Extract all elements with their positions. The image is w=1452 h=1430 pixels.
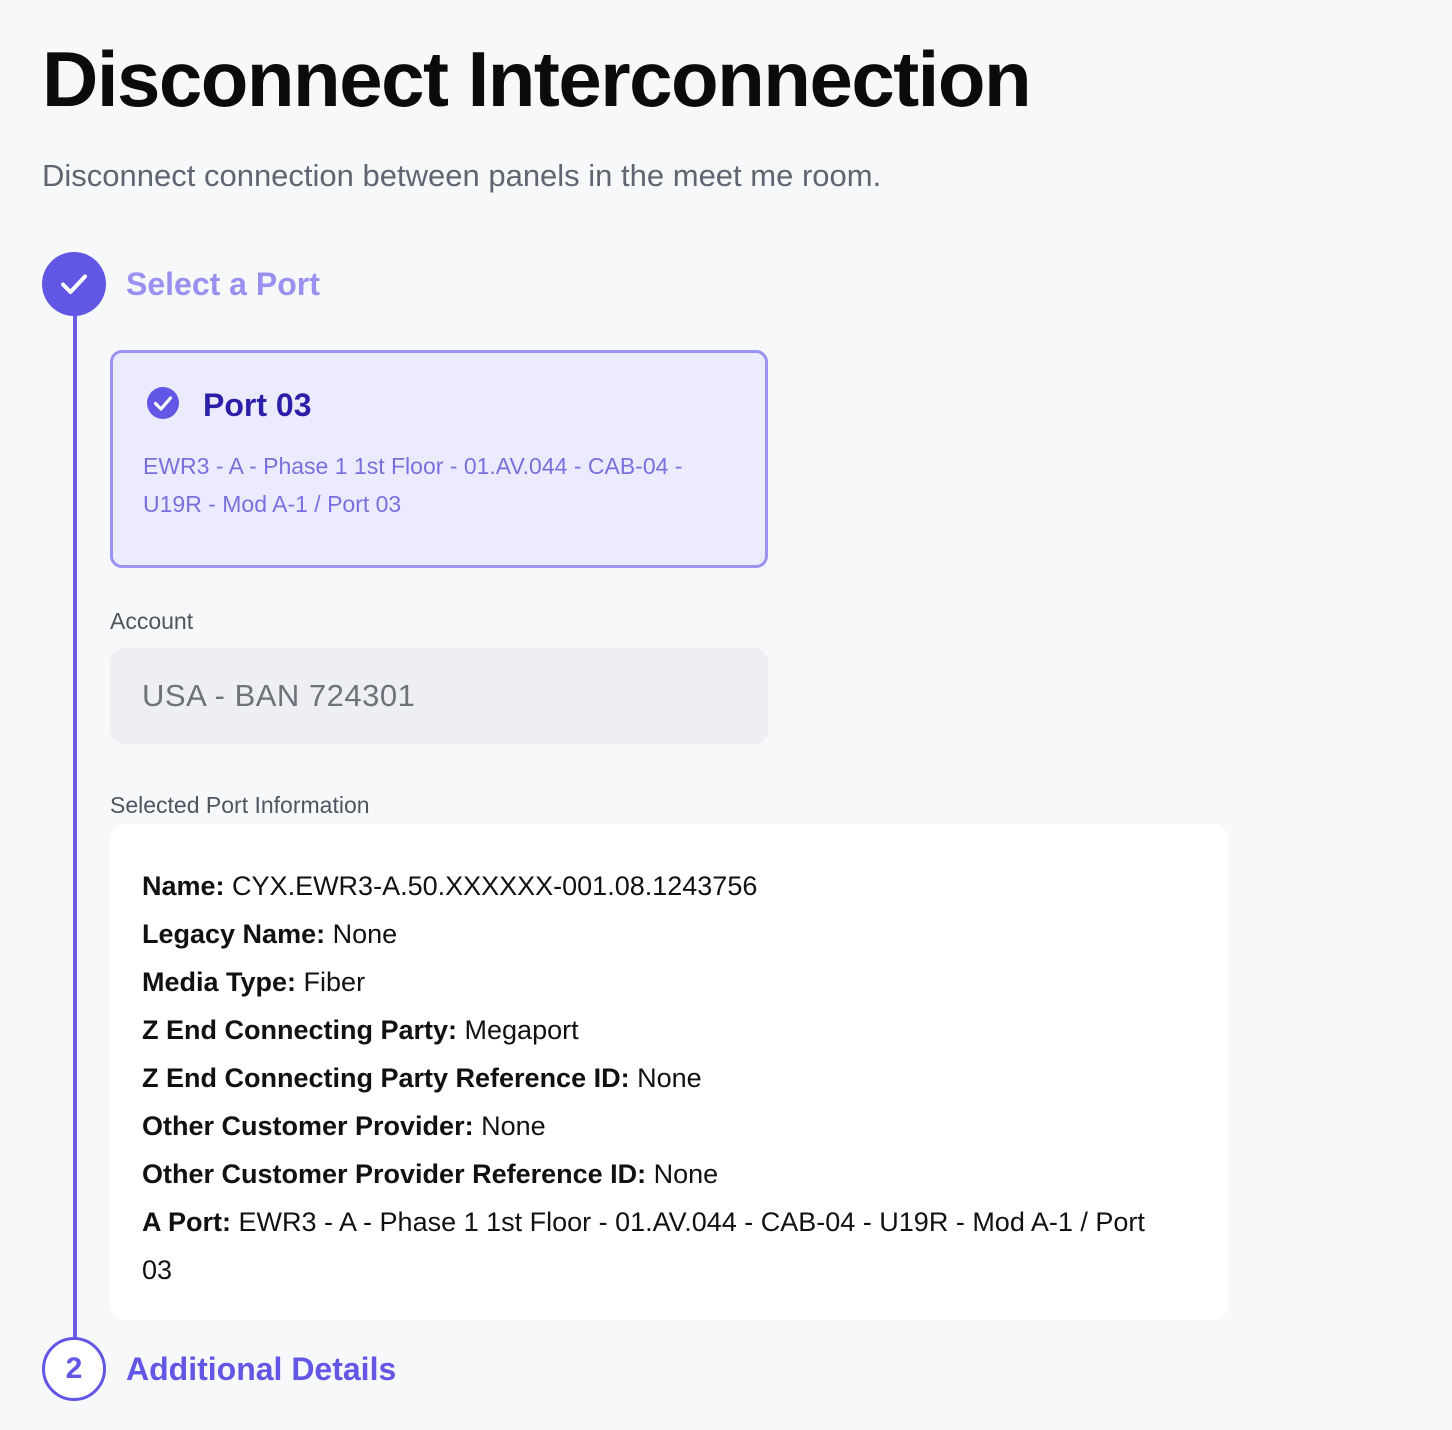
account-label: Account xyxy=(110,608,194,634)
info-value: None xyxy=(481,1111,546,1141)
page: Disconnect Interconnection Disconnect co… xyxy=(0,0,1452,1430)
info-key: Z End Connecting Party: xyxy=(142,1015,458,1045)
step-1-indicator[interactable] xyxy=(42,252,106,316)
info-row-legacy-name: Legacy Name: None xyxy=(142,910,1196,958)
info-key: Other Customer Provider: xyxy=(142,1111,474,1141)
info-value: None xyxy=(637,1063,702,1093)
info-row-a-port: A Port: EWR3 - A - Phase 1 1st Floor - 0… xyxy=(142,1198,1182,1294)
info-value: EWR3 - A - Phase 1 1st Floor - 01.AV.044… xyxy=(142,1207,1145,1285)
check-circle-icon xyxy=(147,387,179,419)
port-description: EWR3 - A - Phase 1 1st Floor - 01.AV.044… xyxy=(143,453,683,517)
info-row-z-end-reference-id: Z End Connecting Party Reference ID: Non… xyxy=(142,1054,1196,1102)
port-info-card: Name: CYX.EWR3-A.50.XXXXXX-001.08.124375… xyxy=(110,824,1228,1320)
info-key: Media Type: xyxy=(142,967,297,997)
info-row-other-provider-reference-id: Other Customer Provider Reference ID: No… xyxy=(142,1150,1196,1198)
info-row-media-type: Media Type: Fiber xyxy=(142,958,1196,1006)
step-2-indicator[interactable]: 2 xyxy=(42,1337,106,1401)
info-row-other-provider: Other Customer Provider: None xyxy=(142,1102,1196,1150)
info-value: Megaport xyxy=(464,1015,579,1045)
account-field[interactable] xyxy=(110,648,768,744)
selected-port-card[interactable]: Port 03 EWR3 - A - Phase 1 1st Floor - 0… xyxy=(110,350,768,568)
info-key: Other Customer Provider Reference ID: xyxy=(142,1159,647,1189)
stepper-connector-line xyxy=(73,312,77,1340)
info-key: A Port: xyxy=(142,1207,231,1237)
port-name: Port 03 xyxy=(203,387,312,423)
info-key: Legacy Name: xyxy=(142,919,326,949)
checkmark-icon xyxy=(61,274,87,294)
info-key: Z End Connecting Party Reference ID: xyxy=(142,1063,630,1093)
info-row-name: Name: CYX.EWR3-A.50.XXXXXX-001.08.124375… xyxy=(142,862,1196,910)
info-row-z-end-party: Z End Connecting Party: Megaport xyxy=(142,1006,1196,1054)
info-value: CYX.EWR3-A.50.XXXXXX-001.08.1243756 xyxy=(232,871,758,901)
step-2-label[interactable]: Additional Details xyxy=(126,1349,396,1389)
port-info-label: Selected Port Information xyxy=(110,792,370,818)
page-subtitle: Disconnect connection between panels in … xyxy=(42,158,882,193)
info-value: None xyxy=(332,919,398,949)
info-value: None xyxy=(653,1159,719,1189)
step-1-label[interactable]: Select a Port xyxy=(126,264,320,304)
info-key: Name: xyxy=(142,871,225,901)
info-value: Fiber xyxy=(303,967,366,997)
page-title: Disconnect Interconnection xyxy=(42,35,1032,123)
